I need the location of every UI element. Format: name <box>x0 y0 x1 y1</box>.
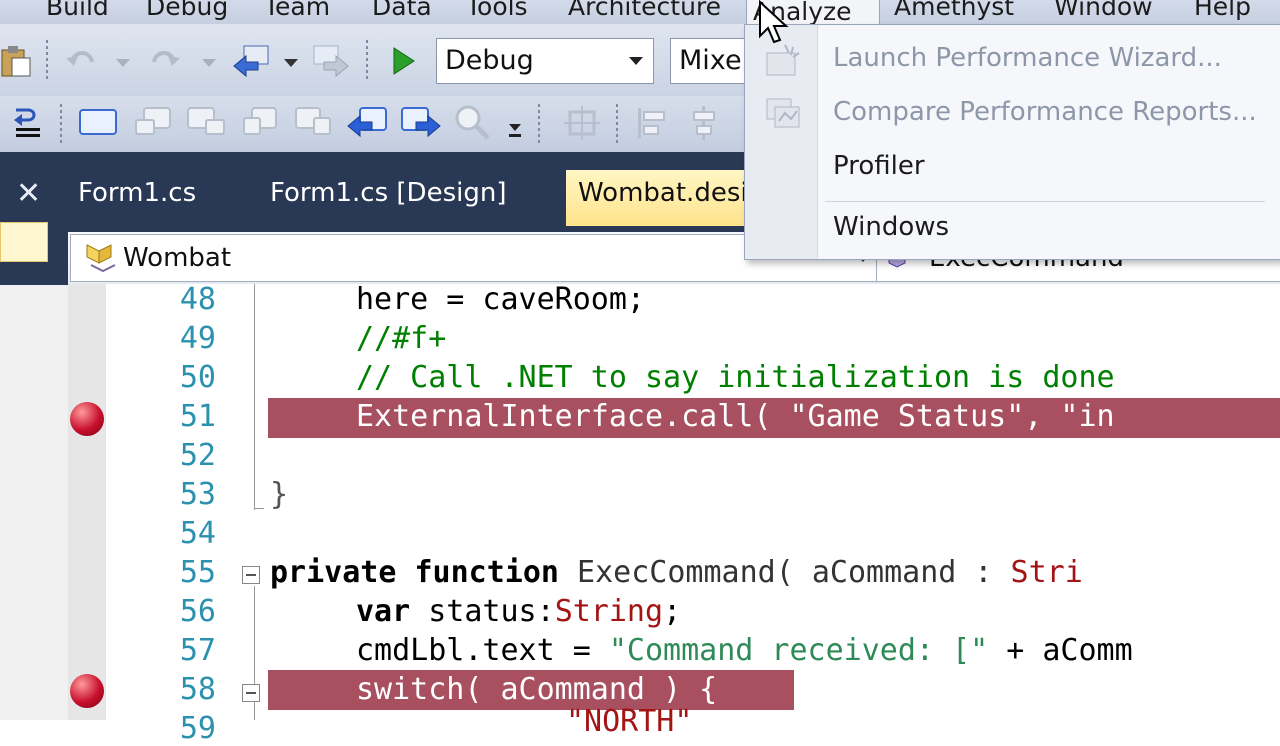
chevron-down-icon <box>629 57 643 65</box>
code-line-55: private function ExecCommand( aCommand :… <box>270 555 1083 590</box>
menu-item-launch-performance-wizard[interactable]: Launch Performance Wizard... <box>833 43 1222 73</box>
code-text: status: <box>410 594 555 629</box>
line-number: 57 <box>179 633 216 668</box>
align-centers-icon[interactable] <box>686 104 722 146</box>
align-top-icon[interactable] <box>242 104 282 144</box>
line-number: 50 <box>179 360 216 395</box>
line-number: 54 <box>179 516 216 551</box>
redo-dropdown-icon[interactable] <box>202 54 216 73</box>
line-number: 59 <box>179 711 216 746</box>
menu-amethyst[interactable]: Amethyst <box>894 0 1014 21</box>
line-number: 48 <box>179 282 216 317</box>
menu-architecture[interactable]: Architecture <box>568 0 721 21</box>
keyword: private function <box>270 555 559 590</box>
code-line-58: switch( aCommand ) { <box>356 672 718 707</box>
paste-icon[interactable] <box>0 44 32 82</box>
line-number: 56 <box>179 594 216 629</box>
class-icon <box>81 241 117 279</box>
solution-platform-value: Mixe <box>679 45 742 76</box>
line-number: 51 <box>179 399 216 434</box>
menu-team[interactable]: Team <box>264 0 330 21</box>
redo-icon[interactable] <box>148 44 182 78</box>
zoom-icon[interactable] <box>452 104 492 146</box>
menu-item-profiler[interactable]: Profiler <box>833 151 925 181</box>
menu-build[interactable]: Build <box>46 0 109 21</box>
code-text: ; <box>663 594 682 629</box>
breakpoint-icon[interactable] <box>70 402 104 436</box>
toolbar-separator <box>366 40 368 80</box>
menu-help[interactable]: Help <box>1194 0 1251 21</box>
line-number: 49 <box>179 321 216 356</box>
solution-configuration-select[interactable]: Debug <box>436 38 654 84</box>
align-lefts-icon[interactable] <box>634 104 670 146</box>
code-text: + aComm <box>988 633 1133 668</box>
type-name: Stri <box>1010 555 1083 590</box>
breakpoint-margin[interactable] <box>68 284 106 720</box>
code-line-56: var status:String; <box>356 594 681 629</box>
tab-form1-design[interactable]: Form1.cs [Design] <box>262 170 554 224</box>
code-line-48: here = caveRoom; <box>356 282 645 317</box>
left-panel-body <box>0 285 68 720</box>
start-debugging-icon[interactable] <box>390 46 416 80</box>
send-backward-icon[interactable] <box>346 104 390 146</box>
breakpoint-icon[interactable] <box>70 674 104 708</box>
tab-label: Wombat.desi <box>578 178 748 208</box>
menu-separator <box>825 201 1265 202</box>
string-literal: "Command received: [" <box>608 633 989 668</box>
undo-dropdown-icon[interactable] <box>116 54 130 73</box>
toolbar-separator <box>538 104 540 144</box>
line-number: 58 <box>179 672 216 707</box>
navigate-dropdown-icon[interactable] <box>284 54 298 73</box>
collapse-region-icon[interactable] <box>242 566 260 584</box>
undo-icon[interactable] <box>64 44 98 78</box>
menu-window[interactable]: Window <box>1054 0 1153 21</box>
type-select-value: Wombat <box>123 243 232 273</box>
code-line-57: cmdLbl.text = "Command received: [" + aC… <box>356 633 1133 668</box>
menu-bar: Build Debug Team Data Tools Architecture… <box>0 0 1280 26</box>
line-number: 55 <box>179 555 216 590</box>
type-name: String <box>554 594 664 629</box>
code-line-49: //#f+ <box>356 321 447 356</box>
menu-tools[interactable]: Tools <box>466 0 528 21</box>
navigate-forward-icon[interactable] <box>310 42 350 82</box>
toolbar-separator <box>46 40 48 80</box>
tab-wombat-designer[interactable]: Wombat.desi <box>566 170 758 226</box>
navigate-backward-icon[interactable] <box>232 42 274 82</box>
tab-label: Form1.cs <box>78 178 197 208</box>
grid-snap-icon[interactable] <box>562 104 602 146</box>
solution-configuration-value: Debug <box>445 45 534 76</box>
outline-end <box>254 508 264 509</box>
bring-forward-icon[interactable] <box>398 104 442 146</box>
toolbar-separator <box>616 104 618 144</box>
tab-label: Form1.cs [Design] <box>270 178 507 208</box>
wrap-text-icon[interactable] <box>10 104 46 144</box>
line-number: 53 <box>179 477 216 512</box>
code-text: cmdLbl.text = <box>356 633 609 668</box>
left-panel-selected-item[interactable] <box>0 222 48 262</box>
toolbar-overflow-icon[interactable] <box>508 120 522 144</box>
align-right-icon[interactable] <box>186 104 226 144</box>
menu-item-windows[interactable]: Windows <box>833 212 949 242</box>
menu-debug[interactable]: Debug <box>146 0 228 21</box>
menu-item-compare-performance-reports[interactable]: Compare Performance Reports... <box>833 97 1257 127</box>
code-line-50: // Call .NET to say initialization is do… <box>356 360 1115 395</box>
mouse-cursor-icon <box>758 0 792 50</box>
analyze-menu-dropdown: Launch Performance Wizard... Compare Per… <box>744 24 1280 260</box>
code-line-53: } <box>270 477 289 512</box>
compare-reports-icon <box>763 95 803 135</box>
menu-data[interactable]: Data <box>372 0 432 21</box>
close-icon[interactable]: ✕ <box>16 176 41 211</box>
keyword: var <box>356 594 411 629</box>
align-left-icon[interactable] <box>134 104 174 144</box>
outline-line <box>254 284 255 510</box>
tab-form1-cs[interactable]: Form1.cs <box>68 170 248 224</box>
align-bottom-icon[interactable] <box>294 104 334 144</box>
code-text: ExecCommand( aCommand : <box>558 555 1011 590</box>
collapse-region-icon[interactable] <box>242 684 260 702</box>
code-line-59: "NORTH" <box>566 704 693 739</box>
toolbar-separator <box>60 104 62 144</box>
code-line-51: ExternalInterface.call( "Game Status", "… <box>356 399 1115 434</box>
line-number: 52 <box>179 438 216 473</box>
window-shape-icon[interactable] <box>78 106 118 142</box>
